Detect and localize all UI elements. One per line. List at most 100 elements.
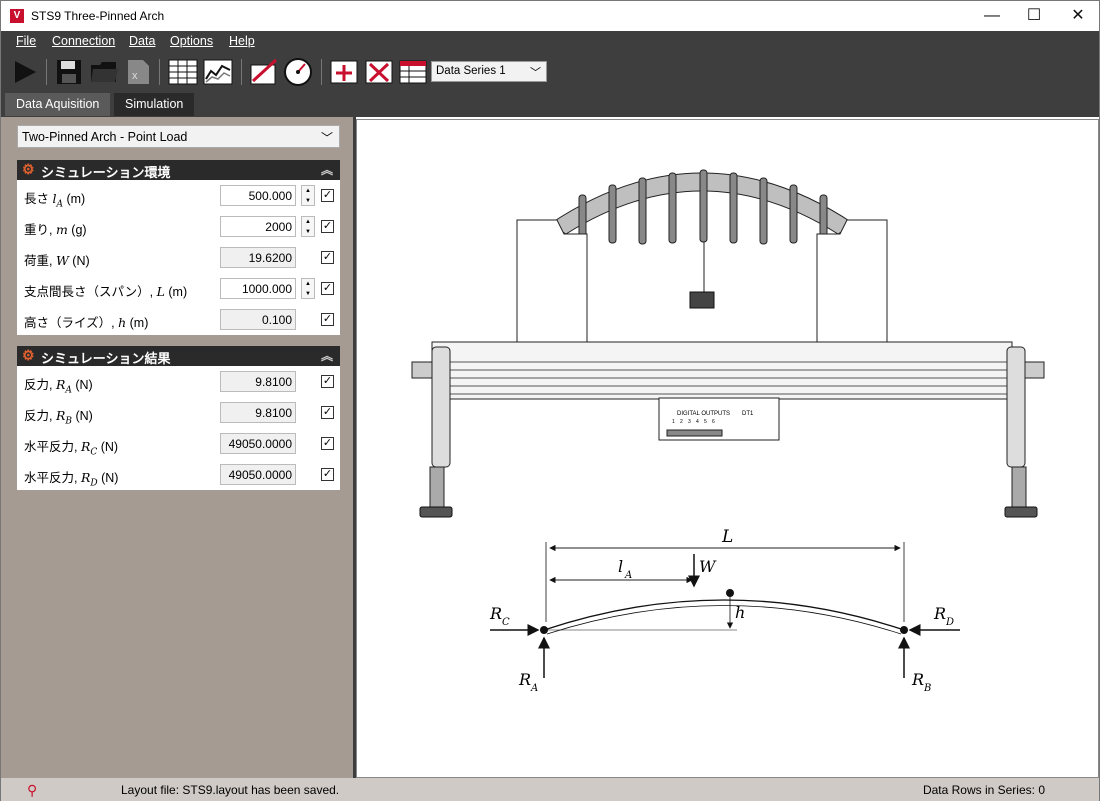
menu-bar: File Connection Data Options Help bbox=[1, 31, 1099, 53]
module-label: DIGITAL OUTPUTS bbox=[677, 411, 730, 417]
open-folder-icon[interactable] bbox=[89, 57, 119, 87]
window-title: STS9 Three-Pinned Arch bbox=[31, 9, 165, 23]
excel-export-icon[interactable]: x bbox=[123, 57, 153, 87]
left-leg bbox=[431, 346, 451, 468]
environment-section-header[interactable]: ⚙ シミュレーション環境 ︽ bbox=[17, 160, 340, 180]
param-row-load: 荷重, W (N) 19.6200 ✓ bbox=[17, 242, 340, 273]
mass-input[interactable]: 2000 bbox=[220, 216, 296, 237]
module-id: DT1 bbox=[742, 411, 754, 417]
collapse-icon[interactable]: ︽ bbox=[321, 347, 333, 364]
ra-checkbox[interactable]: ✓ bbox=[321, 375, 334, 388]
right-foot-pad bbox=[1004, 506, 1038, 518]
mass-checkbox[interactable]: ✓ bbox=[321, 220, 334, 233]
chevron-down-icon: ﹀ bbox=[530, 67, 541, 79]
results-section-header[interactable]: ⚙ シミュレーション結果 ︽ bbox=[17, 346, 340, 366]
span-stepper[interactable]: ▲ ▼ bbox=[301, 278, 315, 299]
arch-curve-outer bbox=[543, 599, 905, 631]
calibrate-icon[interactable] bbox=[249, 57, 279, 87]
result-row-rb: 反力, RB (N) 9.8100 ✓ bbox=[17, 397, 340, 428]
menu-data[interactable]: Data bbox=[129, 34, 155, 48]
span-input[interactable]: 1000.000 bbox=[220, 278, 296, 299]
close-button[interactable]: ✕ bbox=[1055, 1, 1100, 31]
tab-bar: Data Aquisition Simulation bbox=[1, 90, 1099, 117]
simulation-canvas: DIGITAL OUTPUTS DT1 1 2 3 4 5 6 L l A W bbox=[356, 119, 1099, 778]
data-series-select[interactable]: Data Series 1 ﹀ bbox=[431, 61, 547, 82]
data-rows-count: Data Rows in Series: 0 bbox=[922, 783, 1045, 797]
rd-checkbox[interactable]: ✓ bbox=[321, 468, 334, 481]
param-row-mass: 重り, m (g) 2000 ▲ ▼ ✓ bbox=[17, 211, 340, 242]
toolbar-separator bbox=[321, 59, 322, 85]
right-leg bbox=[1006, 346, 1026, 468]
length-la-checkbox[interactable]: ✓ bbox=[321, 189, 334, 202]
title-bar: V STS9 Three-Pinned Arch — ☐ ✕ bbox=[1, 1, 1099, 31]
label-ra-subscript: A bbox=[530, 683, 538, 694]
rc-value: 49050.0000 bbox=[220, 433, 296, 454]
load-checkbox[interactable]: ✓ bbox=[321, 251, 334, 264]
chart-view-icon[interactable] bbox=[203, 57, 233, 87]
mass-stepper[interactable]: ▲ ▼ bbox=[301, 216, 315, 237]
rb-value: 9.8100 bbox=[220, 402, 296, 423]
ra-value: 9.8100 bbox=[220, 371, 296, 392]
gear-icon: ⚙ bbox=[22, 161, 35, 177]
arch-apparatus-diagram: DIGITAL OUTPUTS DT1 1 2 3 4 5 6 L l A W bbox=[411, 169, 1045, 694]
label-rb: R bbox=[911, 670, 924, 689]
rise-value: 0.100 bbox=[220, 309, 296, 330]
rise-checkbox[interactable]: ✓ bbox=[321, 313, 334, 326]
toolbar-separator bbox=[159, 59, 160, 85]
table-view-icon[interactable] bbox=[168, 57, 198, 87]
module-port-3: 3 bbox=[688, 419, 691, 425]
minimize-button[interactable]: — bbox=[969, 1, 1015, 31]
result-row-rd: 水平反力, RD (N) 49050.0000 ✓ bbox=[17, 459, 340, 490]
left-support-plate bbox=[516, 219, 588, 348]
save-icon[interactable] bbox=[54, 57, 84, 87]
menu-connection[interactable]: Connection bbox=[52, 34, 115, 48]
load-value: 19.6200 bbox=[220, 247, 296, 268]
param-row-span: 支点間長さ（スパン）, L (m) 1000.000 ▲ ▼ ✓ bbox=[17, 273, 340, 304]
length-la-input[interactable]: 500.000 bbox=[220, 185, 296, 206]
toolbar: x bbox=[1, 53, 1099, 90]
menu-options[interactable]: Options bbox=[170, 34, 213, 48]
chevron-down-icon: ﹀ bbox=[320, 131, 333, 145]
length-la-stepper[interactable]: ▲ ▼ bbox=[301, 185, 315, 206]
tab-simulation[interactable]: Simulation bbox=[114, 93, 195, 116]
results-section-title: シミュレーション結果 bbox=[41, 351, 171, 366]
menu-help[interactable]: Help bbox=[229, 34, 255, 48]
right-pin bbox=[900, 626, 908, 634]
collapse-icon[interactable]: ︽ bbox=[321, 161, 333, 178]
label-ra: R bbox=[518, 670, 531, 689]
app-window: V STS9 Three-Pinned Arch — ☐ ✕ File Conn… bbox=[0, 0, 1100, 801]
result-label: 反力, RB (N) bbox=[24, 408, 93, 427]
module-port-1: 1 bbox=[672, 419, 675, 425]
svg-text:x: x bbox=[132, 70, 138, 82]
clear-table-icon[interactable] bbox=[398, 57, 428, 87]
crown-pin bbox=[726, 589, 734, 597]
results-section: 反力, RA (N) 9.8100 ✓ 反力, RB (N) 9.8100 ✓ … bbox=[17, 366, 340, 490]
arch-hangers bbox=[578, 169, 828, 245]
toolbar-separator bbox=[241, 59, 242, 85]
label-span-L: L bbox=[721, 527, 733, 547]
tab-data-acquisition[interactable]: Data Aquisition bbox=[5, 93, 111, 116]
weight-block bbox=[689, 291, 715, 309]
param-label: 支点間長さ（スパン）, L (m) bbox=[24, 284, 188, 299]
label-rd-subscript: D bbox=[945, 617, 954, 628]
result-row-ra: 反力, RA (N) 9.8100 ✓ bbox=[17, 366, 340, 397]
usb-icon: ⚲ bbox=[27, 782, 38, 798]
label-la-subscript: A bbox=[624, 570, 632, 581]
span-checkbox[interactable]: ✓ bbox=[321, 282, 334, 295]
menu-file[interactable]: File bbox=[16, 34, 36, 48]
add-row-icon[interactable] bbox=[329, 57, 359, 87]
rb-checkbox[interactable]: ✓ bbox=[321, 406, 334, 419]
maximize-button[interactable]: ☐ bbox=[1011, 1, 1057, 31]
model-select[interactable]: Two-Pinned Arch - Point Load ﹀ bbox=[17, 125, 340, 148]
label-la: l bbox=[618, 557, 623, 576]
model-select-value: Two-Pinned Arch - Point Load bbox=[22, 130, 188, 144]
gauge-icon[interactable] bbox=[283, 57, 313, 87]
left-pin bbox=[540, 626, 548, 634]
result-label: 反力, RA (N) bbox=[24, 377, 93, 396]
play-icon[interactable] bbox=[10, 57, 40, 87]
rc-checkbox[interactable]: ✓ bbox=[321, 437, 334, 450]
data-series-value: Data Series 1 bbox=[436, 65, 506, 77]
environment-section-title: シミュレーション環境 bbox=[41, 165, 171, 180]
delete-row-icon[interactable] bbox=[364, 57, 394, 87]
left-foot-screw bbox=[429, 466, 445, 508]
